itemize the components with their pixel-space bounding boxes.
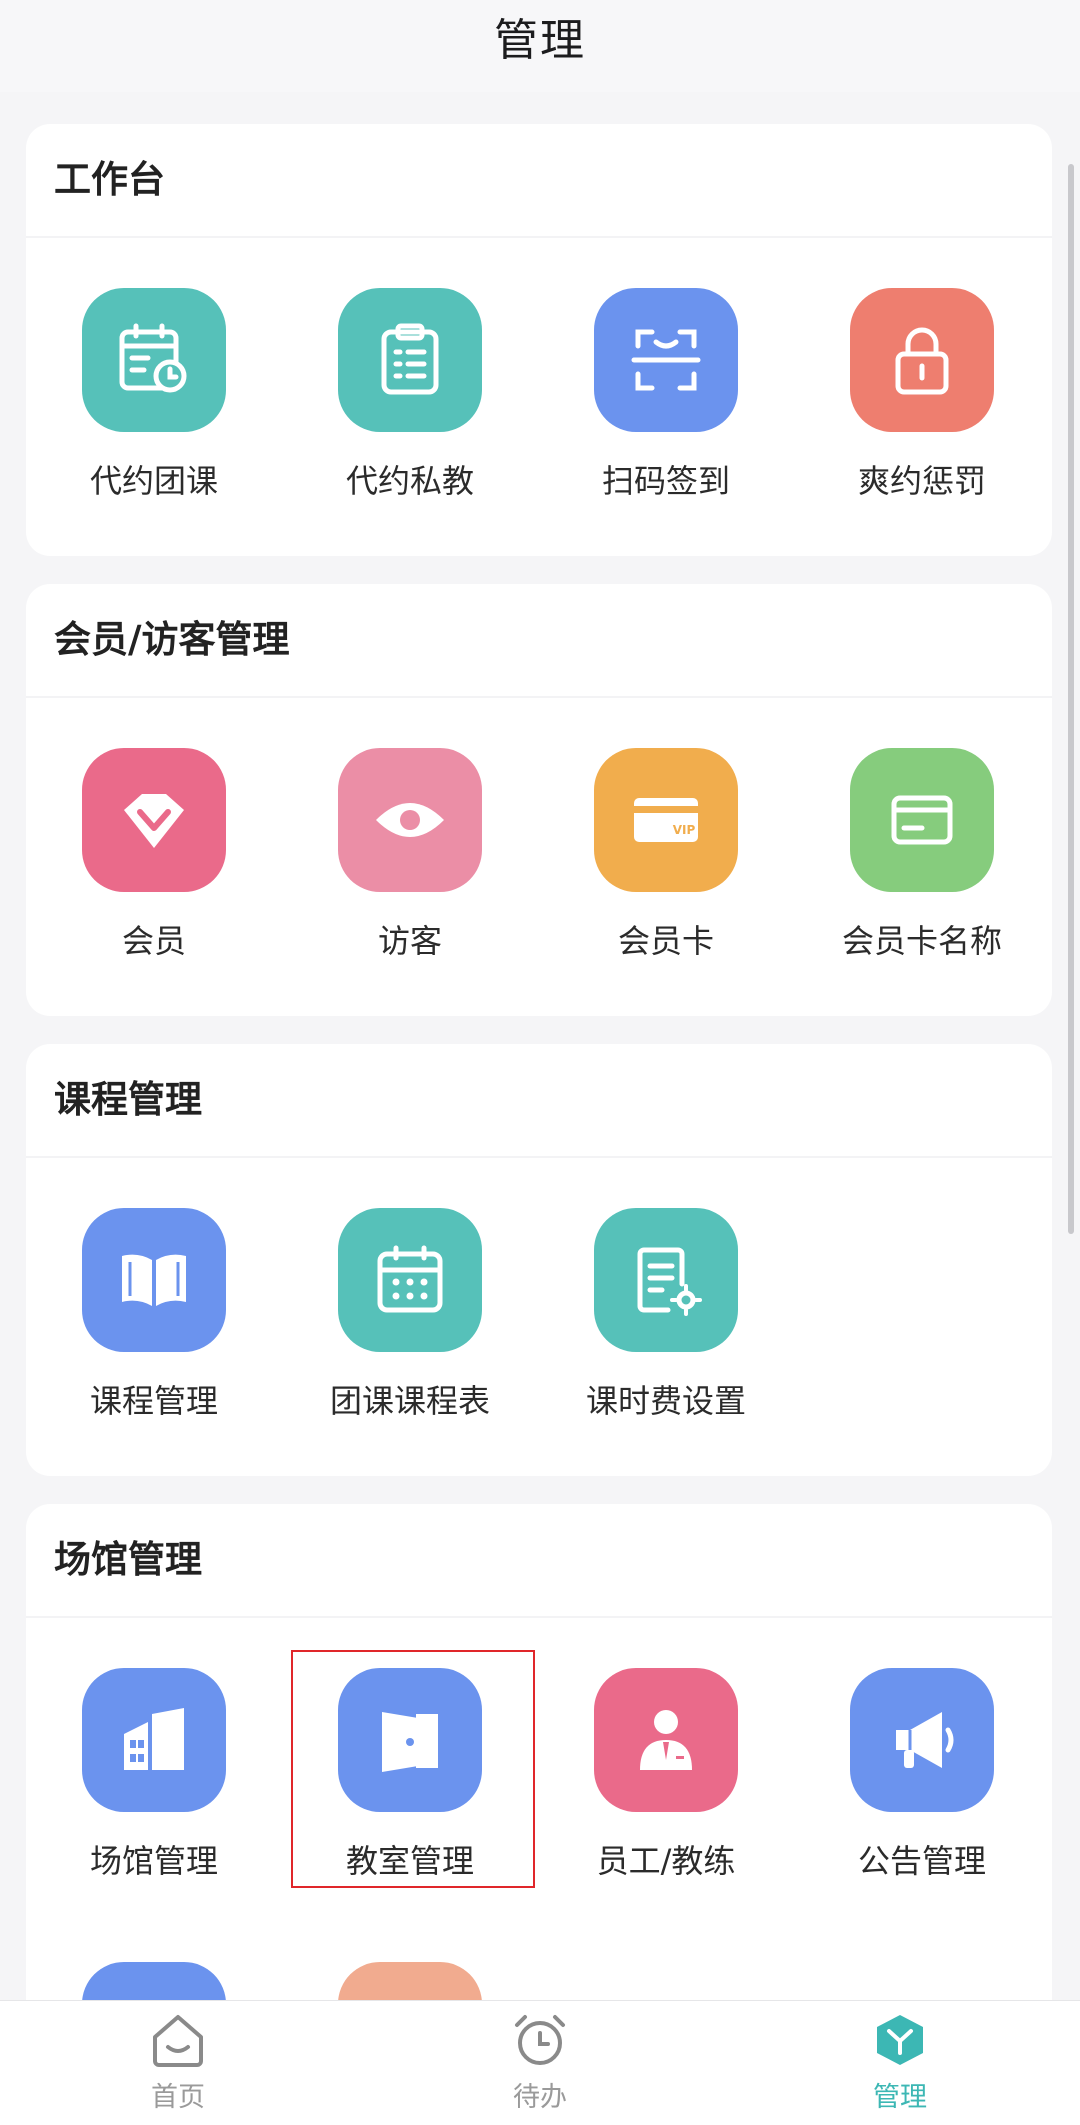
svg-text:VIP: VIP [673,823,696,837]
item-group-class-schedule[interactable]: 团课课程表 [282,1208,538,1422]
section-title: 课程管理 [26,1044,1052,1158]
item-member[interactable]: 会员 [26,748,282,962]
item-label: 会员卡 [617,922,714,960]
item-visitor[interactable]: 访客 [282,748,538,962]
item-label: 代约团课 [89,462,218,500]
page-title: 管理 [494,15,586,66]
item-label: 公告管理 [857,1842,986,1880]
section-title: 工作台 [26,124,1052,238]
tab-label: 管理 [873,2082,927,2113]
page-header: 管理 [0,0,1080,92]
section-venue: 场馆管理 场馆管理 教室管理 员工/教练 公告管理 [26,1504,1052,2000]
item-label: 代约私教 [345,462,474,500]
item-label: 员工/教练 [596,1842,736,1880]
partial-icon[interactable] [82,1962,226,2000]
item-course-management[interactable]: 课程管理 [26,1208,282,1422]
item-label: 课时费设置 [585,1382,746,1420]
book-icon [82,1208,226,1352]
lock-icon [850,288,994,432]
building-icon [82,1668,226,1812]
scrollbar[interactable] [1068,164,1074,1234]
item-label: 团课课程表 [329,1382,490,1420]
section-course: 课程管理 课程管理 团课课程表 课时费设置 [26,1044,1052,1476]
partial-icon[interactable] [338,1962,482,2000]
calendar-clock-icon [82,288,226,432]
tab-label: 待办 [513,2082,567,2113]
item-member-card-name[interactable]: 会员卡名称 [794,748,1050,962]
section-member-visitor: 会员/访客管理 会员 访客 VIP 会员卡 会员卡名称 [26,584,1052,1016]
item-classroom-management[interactable]: 教室管理 [282,1668,538,1882]
clipboard-list-icon [338,288,482,432]
manage-cube-icon [877,2015,923,2065]
document-gear-icon [594,1208,738,1352]
tab-todo[interactable]: 待办 [460,2011,620,2114]
item-label: 会员卡名称 [841,922,1002,960]
item-scan-checkin[interactable]: 扫码签到 [538,288,794,502]
item-no-show-penalty[interactable]: 爽约惩罚 [794,288,1050,502]
staff-icon [594,1668,738,1812]
diamond-icon [82,748,226,892]
item-label: 扫码签到 [601,462,730,500]
item-label: 教室管理 [345,1842,474,1880]
item-staff-coach[interactable]: 员工/教练 [538,1668,794,1882]
item-member-card[interactable]: VIP 会员卡 [538,748,794,962]
card-icon [850,748,994,892]
scan-icon [594,288,738,432]
content-scroll[interactable]: 工作台 代约团课 代约私教 扫码签到 爽约惩罚 会员/访客管理 会员 访客 VI… [0,92,1080,2000]
item-label: 场馆管理 [89,1842,218,1880]
item-lesson-fee-settings[interactable]: 课时费设置 [538,1208,794,1422]
item-private-coach-booking[interactable]: 代约私教 [282,288,538,502]
alarm-clock-icon [515,2015,565,2065]
item-label: 会员 [121,922,186,960]
section-workbench: 工作台 代约团课 代约私教 扫码签到 爽约惩罚 [26,124,1052,556]
eye-icon [338,748,482,892]
tab-manage[interactable]: 管理 [820,2011,980,2114]
bottom-tab-bar: 首页 待办 管理 [0,2000,1080,2125]
item-announcement-management[interactable]: 公告管理 [794,1668,1050,1882]
tab-label: 首页 [151,2082,205,2113]
item-label: 爽约惩罚 [857,462,986,500]
home-icon [153,2015,203,2067]
vip-card-icon: VIP [594,748,738,892]
door-icon [338,1668,482,1812]
section-title: 场馆管理 [26,1504,1052,1618]
megaphone-icon [850,1668,994,1812]
item-group-class-booking[interactable]: 代约团课 [26,288,282,502]
tab-home[interactable]: 首页 [98,2011,258,2114]
item-venue-management[interactable]: 场馆管理 [26,1668,282,1882]
item-label: 课程管理 [89,1382,218,1420]
calendar-grid-icon [338,1208,482,1352]
item-label: 访客 [377,922,442,960]
section-title: 会员/访客管理 [26,584,1052,698]
